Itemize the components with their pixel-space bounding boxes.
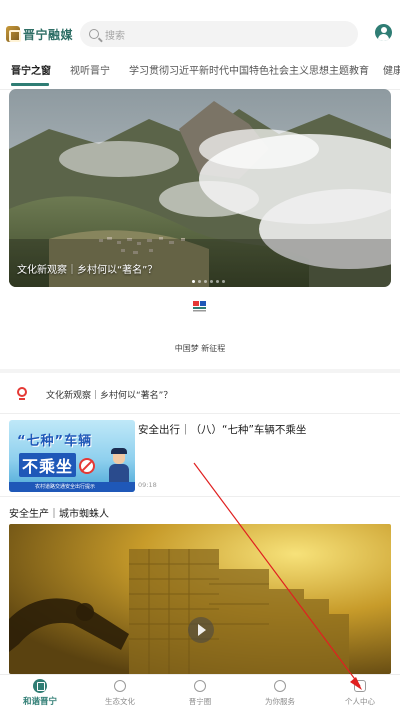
banner-carousel[interactable]: 文化新观察｜乡村何以“著名”？ bbox=[9, 89, 391, 287]
china-dream-logo-icon[interactable] bbox=[191, 300, 209, 314]
carousel-dots bbox=[192, 280, 228, 283]
news-list-item[interactable]: “七种”车辆 不乘坐 农村道路交通安全出行提示 安全出行｜（八）“七种”车辆不乘… bbox=[0, 414, 400, 496]
search-icon bbox=[89, 29, 99, 39]
carousel-dot[interactable] bbox=[204, 280, 207, 283]
circle-icon bbox=[194, 680, 206, 692]
news-title: 安全出行｜（八）“七种”车辆不乘坐 bbox=[138, 424, 307, 436]
nav-label: 为你服务 bbox=[265, 697, 295, 706]
nav-label: 和谐晋宁 bbox=[22, 697, 57, 707]
profile-icon bbox=[354, 680, 366, 692]
bottom-navigation: 和谐晋宁 生态文化 晋宁圈 为你服务 个人中心 bbox=[0, 674, 400, 711]
channel-tabs: 晋宁之窗 视听晋宁 学习贯彻习近平新时代中国特色社会主义思想主题教育 健康 bbox=[0, 58, 400, 90]
video-player[interactable] bbox=[9, 524, 391, 674]
carousel-dot[interactable] bbox=[192, 280, 195, 283]
news-timestamp: 09:18 bbox=[138, 481, 157, 489]
nav-item-services[interactable]: 为你服务 bbox=[240, 675, 320, 711]
active-tab-indicator bbox=[11, 83, 49, 86]
section-divider bbox=[0, 369, 400, 373]
nav-label: 个人中心 bbox=[345, 697, 375, 706]
tab-health[interactable]: 健康 bbox=[383, 62, 400, 77]
carousel-dot[interactable] bbox=[216, 280, 219, 283]
thumbnail-headline: 不乘坐 bbox=[19, 453, 77, 477]
china-dream-label[interactable]: 中国梦 新征程 bbox=[0, 343, 400, 354]
headline-row[interactable]: 文化新观察｜乡村何以“著名”？ bbox=[0, 380, 400, 410]
play-icon[interactable] bbox=[188, 617, 214, 643]
search-placeholder: 搜索 bbox=[105, 30, 125, 42]
leaf-icon bbox=[114, 680, 126, 692]
row-divider bbox=[0, 496, 400, 497]
carousel-dot[interactable] bbox=[210, 280, 213, 283]
home-icon bbox=[33, 679, 47, 693]
avatar-head bbox=[380, 27, 387, 33]
tab-study-theme[interactable]: 学习贯彻习近平新时代中国特色社会主义思想主题教育 bbox=[129, 62, 369, 77]
nav-label: 生态文化 bbox=[105, 697, 135, 706]
banner-landscape-image bbox=[9, 89, 391, 287]
video-title[interactable]: 安全生产｜城市蜘蛛人 bbox=[9, 505, 109, 520]
location-pin-icon bbox=[17, 387, 27, 400]
news-thumbnail: “七种”车辆 不乘坐 农村道路交通安全出行提示 bbox=[9, 420, 135, 492]
app-logo: 晋宁融媒 bbox=[6, 24, 73, 44]
nav-item-profile[interactable]: 个人中心 bbox=[320, 675, 400, 711]
police-officer-illustration bbox=[109, 448, 129, 482]
nav-item-ecology-culture[interactable]: 生态文化 bbox=[80, 675, 160, 711]
thumbnail-title: “七种”车辆 bbox=[17, 434, 93, 449]
thumbnail-footer-text: 农村道路交通安全出行提示 bbox=[35, 484, 96, 490]
app-root: 晋宁融媒 搜索 晋宁之窗 视听晋宁 学习贯彻习近平新时代中国特色社会主义思想主题… bbox=[0, 0, 400, 711]
logo-emblem-icon bbox=[6, 26, 21, 42]
no-entry-sign-icon bbox=[79, 458, 95, 474]
carousel-dot[interactable] bbox=[222, 280, 225, 283]
service-icon bbox=[274, 680, 286, 692]
video-cover-image bbox=[9, 524, 391, 674]
nav-item-harmonious-jinning[interactable]: 和谐晋宁 bbox=[0, 675, 80, 711]
tab-audiovisual[interactable]: 视听晋宁 bbox=[70, 62, 110, 77]
nav-label: 晋宁圈 bbox=[188, 697, 212, 706]
user-avatar-icon[interactable] bbox=[375, 24, 392, 41]
tab-jinning-window[interactable]: 晋宁之窗 bbox=[11, 62, 51, 77]
nav-item-jinning-circle[interactable]: 晋宁圈 bbox=[160, 675, 240, 711]
banner-caption: 文化新观察｜乡村何以“著名”？ bbox=[17, 265, 158, 276]
avatar-body bbox=[378, 34, 389, 41]
logo-text: 晋宁融媒 bbox=[23, 27, 74, 42]
top-bar: 晋宁融媒 搜索 bbox=[0, 0, 400, 54]
search-input[interactable]: 搜索 bbox=[80, 21, 358, 47]
carousel-dot[interactable] bbox=[198, 280, 201, 283]
headline-text: 文化新观察｜乡村何以“著名”？ bbox=[46, 391, 173, 401]
